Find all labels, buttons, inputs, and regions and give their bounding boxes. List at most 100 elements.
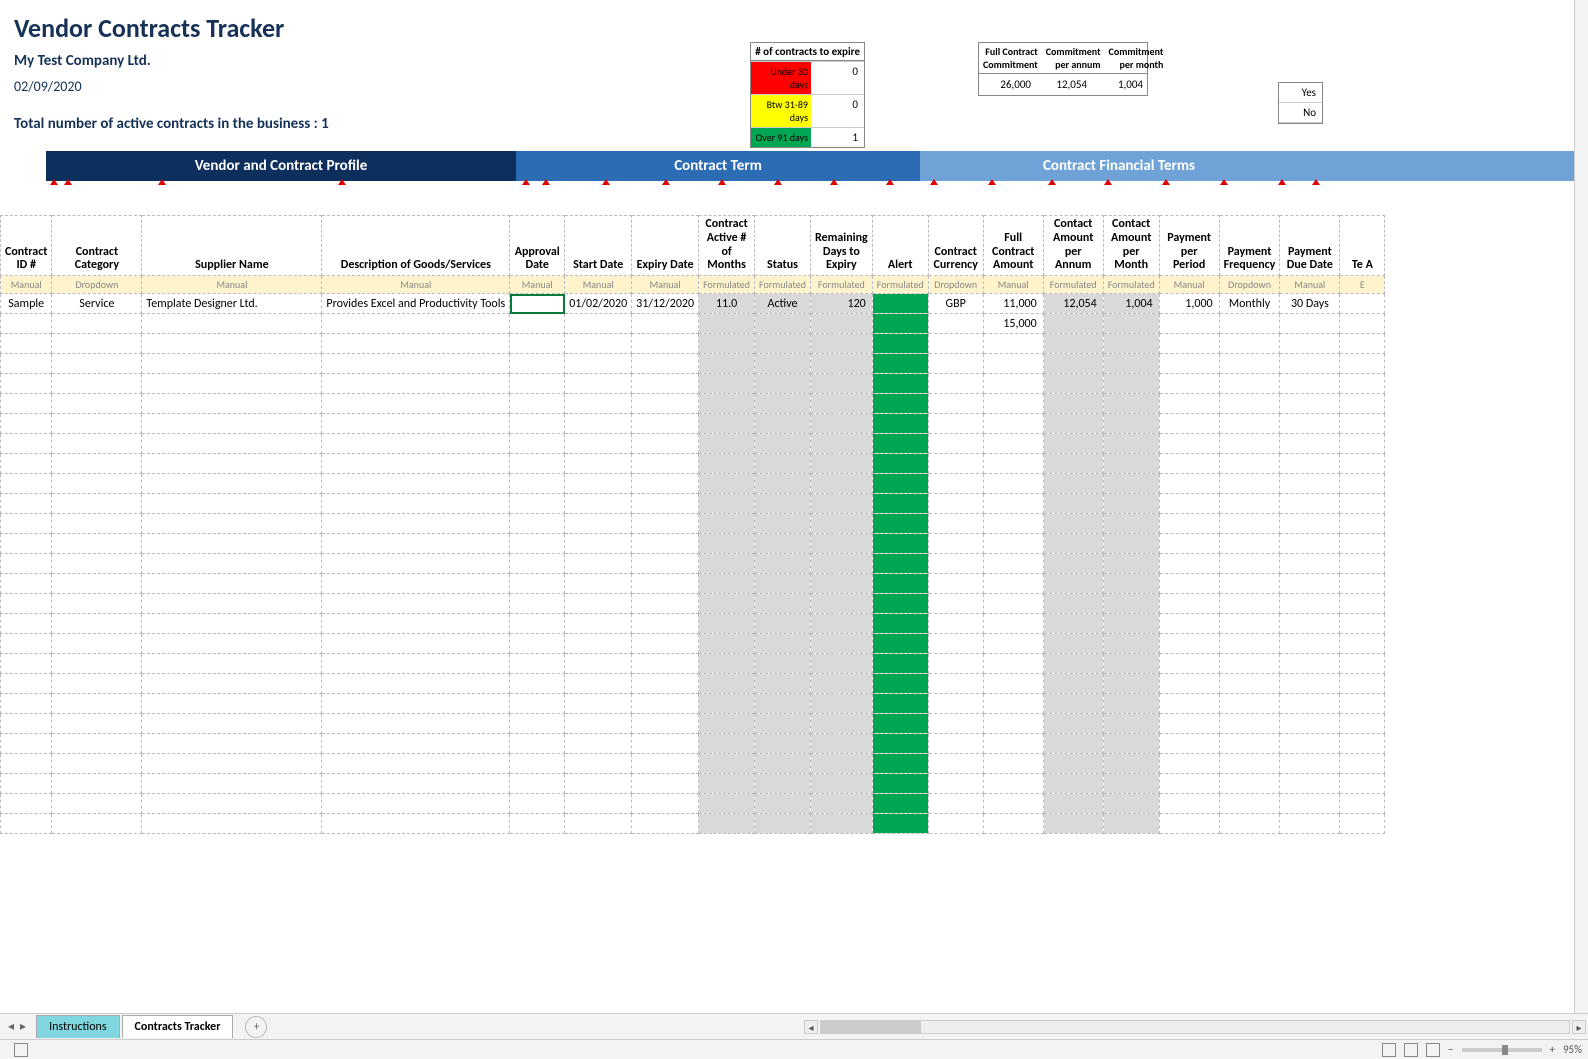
cell[interactable] [1,374,52,394]
cell[interactable] [928,654,983,674]
cell[interactable] [1280,714,1340,734]
cell[interactable] [632,674,699,694]
cell[interactable] [983,334,1043,354]
cell[interactable] [632,574,699,594]
cell[interactable] [510,414,565,434]
cell[interactable] [1159,514,1219,534]
cell[interactable] [699,414,755,434]
cell[interactable] [1103,734,1159,754]
cell[interactable]: Monthly [1219,294,1280,314]
cell[interactable]: 1,000 [1159,294,1219,314]
cell[interactable] [1043,654,1103,674]
column-header[interactable]: Status [755,216,811,276]
cell[interactable] [1340,774,1385,794]
cell[interactable] [632,374,699,394]
column-header[interactable]: Supplier Name [142,216,322,276]
cell[interactable] [699,674,755,694]
cell[interactable] [983,814,1043,834]
cell[interactable] [699,714,755,734]
cell[interactable] [1219,474,1280,494]
cell[interactable] [565,694,632,714]
cell[interactable] [1340,474,1385,494]
cell[interactable] [1280,734,1340,754]
cell[interactable] [142,694,322,714]
cell[interactable] [1043,474,1103,494]
column-header[interactable]: Contract Active # of Months [699,216,755,276]
cell[interactable] [510,674,565,694]
cell[interactable] [755,734,811,754]
cell[interactable] [755,574,811,594]
cell[interactable] [872,374,928,394]
cell[interactable] [142,534,322,554]
cell[interactable] [1043,734,1103,754]
cell[interactable] [52,794,142,814]
cell[interactable] [1159,334,1219,354]
cell[interactable] [322,414,510,434]
cell[interactable] [1159,694,1219,714]
cell[interactable] [983,774,1043,794]
cell[interactable] [872,394,928,414]
cell[interactable] [565,514,632,534]
cell[interactable] [52,434,142,454]
cell[interactable] [810,314,872,334]
cell[interactable] [1043,714,1103,734]
cell[interactable] [142,674,322,694]
cell[interactable] [872,294,928,314]
cell[interactable] [755,514,811,534]
cell[interactable]: 30 Days [1280,294,1340,314]
cell[interactable] [510,434,565,454]
cell[interactable] [928,574,983,594]
cell[interactable] [565,634,632,654]
cell[interactable] [52,774,142,794]
cell[interactable]: 15,000 [983,314,1043,334]
cell[interactable] [928,674,983,694]
cell[interactable] [1103,574,1159,594]
cell[interactable] [1340,434,1385,454]
cell[interactable]: 31/12/2020 [632,294,699,314]
cell[interactable] [1103,594,1159,614]
hscroll-left[interactable]: ◂ [804,1020,818,1034]
cell[interactable] [142,614,322,634]
cell[interactable] [1280,454,1340,474]
cell[interactable] [1280,374,1340,394]
cell[interactable] [1219,754,1280,774]
cell[interactable] [1219,314,1280,334]
cell[interactable] [1159,634,1219,654]
cell[interactable] [755,654,811,674]
cell[interactable] [1,474,52,494]
cell[interactable] [1340,614,1385,634]
cell[interactable] [1280,514,1340,534]
cell[interactable] [1340,574,1385,594]
cell[interactable] [810,354,872,374]
cell[interactable] [632,634,699,654]
cell[interactable] [1159,474,1219,494]
cell[interactable] [810,334,872,354]
cell[interactable] [755,794,811,814]
cell[interactable] [755,394,811,414]
cell[interactable] [52,334,142,354]
cell[interactable] [510,574,565,594]
cell[interactable] [810,814,872,834]
cell[interactable] [1,334,52,354]
cell[interactable] [755,354,811,374]
cell[interactable] [142,734,322,754]
cell[interactable] [1219,574,1280,594]
cell[interactable] [632,754,699,774]
cell[interactable] [810,754,872,774]
cell[interactable] [810,774,872,794]
cell[interactable] [632,774,699,794]
cell[interactable] [1219,634,1280,654]
cell[interactable] [699,354,755,374]
cell[interactable] [928,794,983,814]
cell[interactable] [322,694,510,714]
cell[interactable] [52,474,142,494]
cell[interactable] [1,814,52,834]
cell[interactable] [1,794,52,814]
cell[interactable] [510,294,565,314]
cell[interactable] [1340,794,1385,814]
cell[interactable] [632,714,699,734]
cell[interactable] [1340,534,1385,554]
cell[interactable] [1219,494,1280,514]
cell[interactable] [1103,394,1159,414]
cell[interactable] [1280,674,1340,694]
